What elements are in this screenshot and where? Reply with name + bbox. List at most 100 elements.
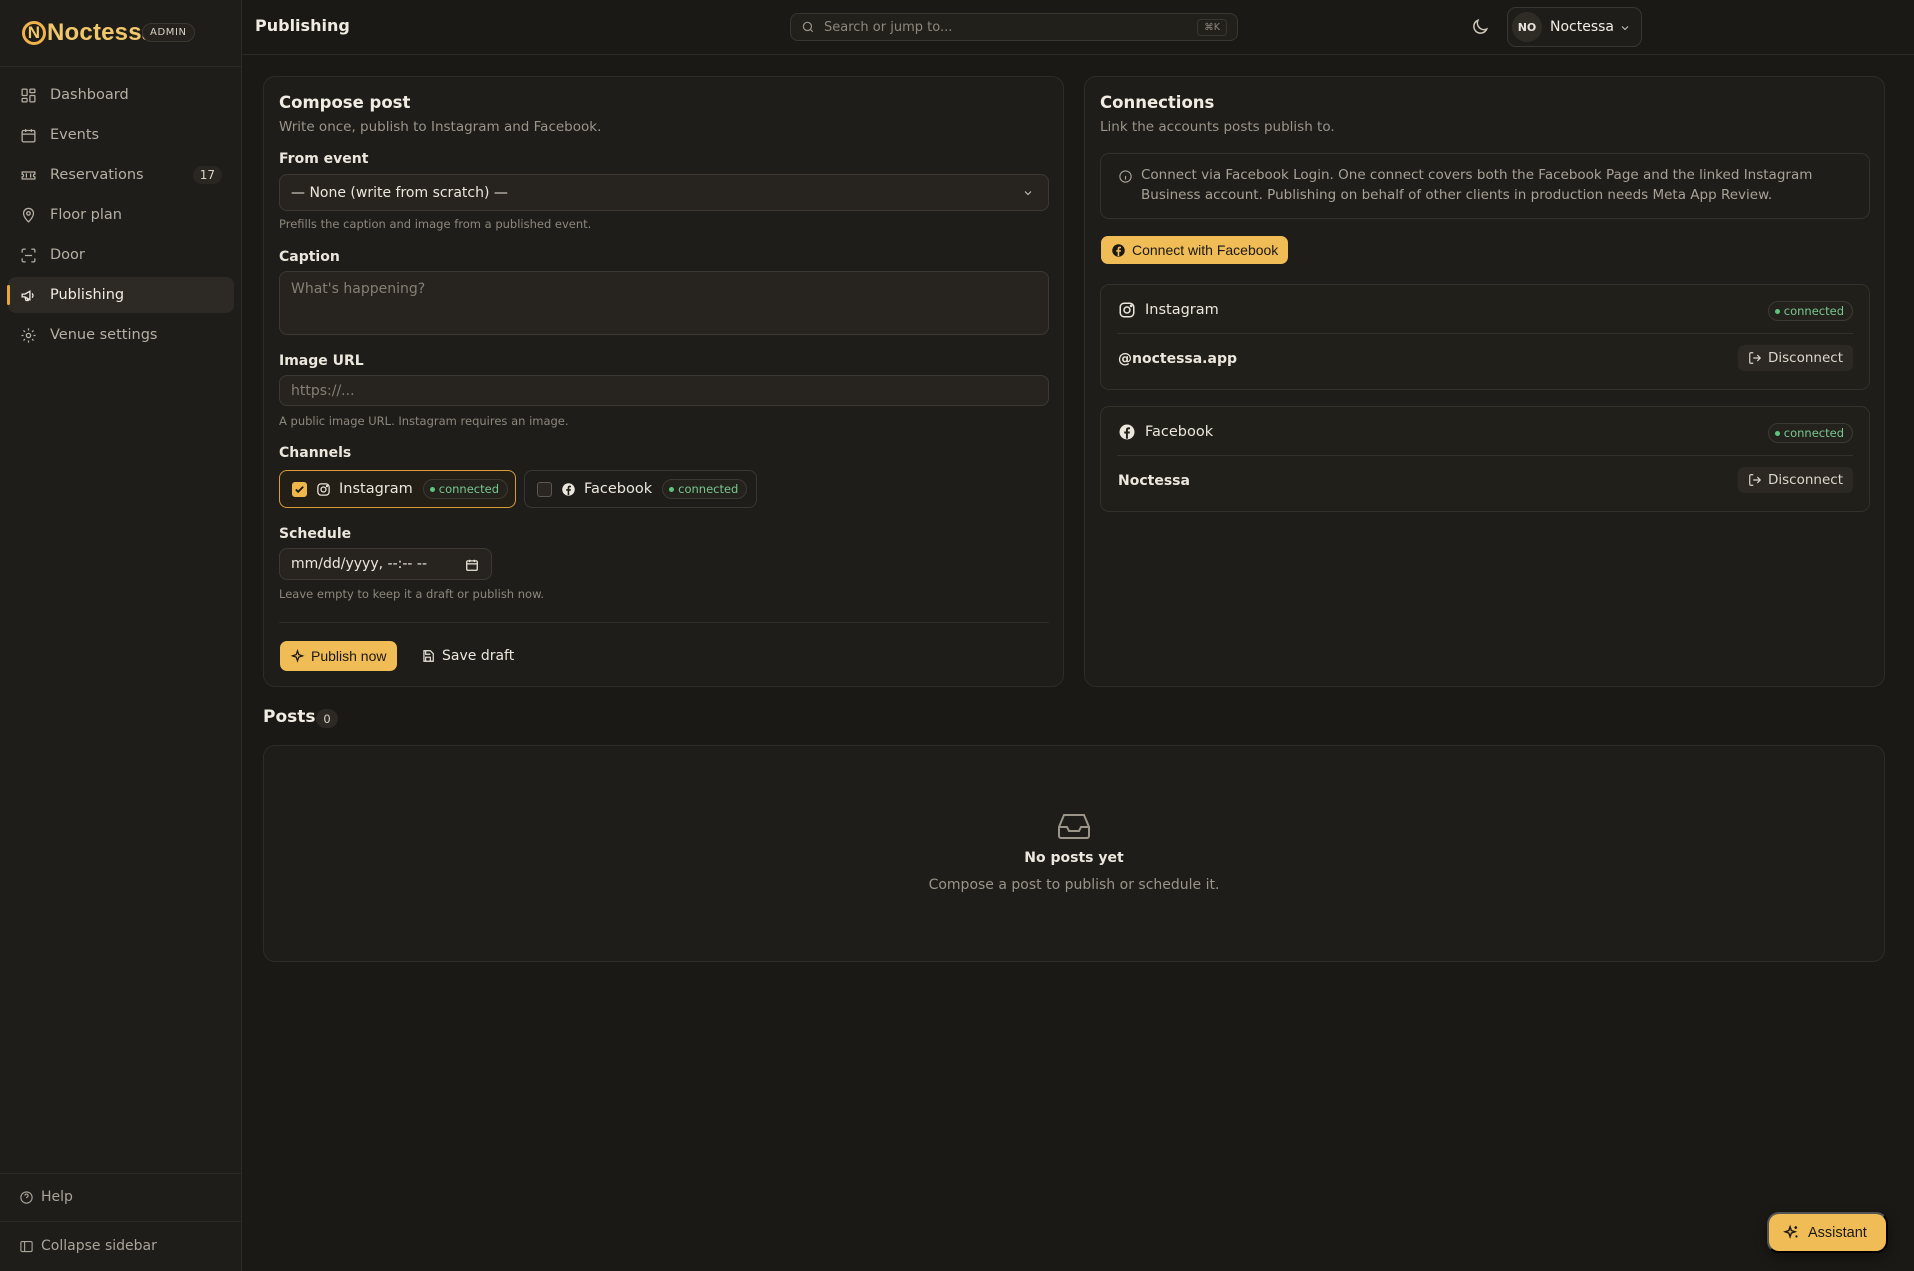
disconnect-instagram-button[interactable]: Disconnect xyxy=(1738,345,1853,371)
collapse-sidebar-button[interactable]: Collapse sidebar xyxy=(8,1229,234,1263)
channel-name: Facebook xyxy=(584,481,653,497)
caption-label: Caption xyxy=(279,249,340,265)
calendar-icon[interactable] xyxy=(465,558,479,572)
from-event-select[interactable]: — None (write from scratch) — xyxy=(279,174,1049,211)
account-platform: Instagram xyxy=(1145,302,1219,318)
channel-toggle-instagram[interactable]: Instagram connected xyxy=(279,470,516,508)
sparkles-icon xyxy=(1783,1224,1798,1239)
channel-toggle-facebook[interactable]: Facebook connected xyxy=(524,470,757,508)
schedule-help: Leave empty to keep it a draft or publis… xyxy=(279,587,545,601)
info-icon xyxy=(1119,170,1132,183)
caption-placeholder: What's happening? xyxy=(291,281,426,297)
calendar-icon xyxy=(21,128,36,143)
logout-icon xyxy=(1749,474,1762,486)
search-placeholder: Search or jump to... xyxy=(824,19,953,35)
admin-badge: ADMIN xyxy=(142,23,195,42)
help-link[interactable]: Help xyxy=(8,1180,234,1214)
sidebar-item-floor-plan[interactable]: Floor plan xyxy=(8,197,234,233)
publish-now-button[interactable]: Publish now xyxy=(280,641,397,671)
account-menu-button[interactable]: NO Noctessa xyxy=(1507,7,1642,47)
chevron-down-icon xyxy=(1621,26,1629,31)
sidebar-divider xyxy=(0,1221,242,1222)
from-event-label: From event xyxy=(279,151,369,167)
sidebar-divider xyxy=(0,1173,242,1174)
sidebar-item-events[interactable]: Events xyxy=(8,117,234,153)
sidebar-item-reservations[interactable]: Reservations 17 xyxy=(8,157,234,193)
logo-mark-icon: N xyxy=(22,21,46,45)
instagram-icon xyxy=(1119,302,1135,318)
save-draft-label: Save draft xyxy=(442,648,515,664)
moon-icon[interactable] xyxy=(1470,17,1490,37)
connections-subtitle: Link the accounts posts publish to. xyxy=(1100,119,1335,135)
sidebar-item-label: Reservations xyxy=(50,167,144,183)
facebook-icon xyxy=(1112,243,1125,257)
publish-now-label: Publish now xyxy=(311,648,387,664)
status-badge: connected xyxy=(422,479,508,499)
scan-icon xyxy=(21,247,36,263)
compose-subtitle: Write once, publish to Instagram and Fac… xyxy=(279,119,602,135)
help-circle-icon xyxy=(20,1190,33,1204)
inbox-icon xyxy=(1058,814,1090,839)
logout-icon xyxy=(1749,352,1762,364)
disconnect-label: Disconnect xyxy=(1768,350,1843,366)
chevron-down-icon xyxy=(1024,191,1032,196)
connections-title: Connections xyxy=(1100,93,1215,112)
image-url-placeholder: https://... xyxy=(291,382,355,399)
disconnect-label: Disconnect xyxy=(1768,472,1843,488)
avatar: NO xyxy=(1512,12,1542,42)
sidebar-item-publishing[interactable]: Publishing xyxy=(7,277,234,313)
sidebar-item-venue-settings[interactable]: Venue settings xyxy=(8,317,234,353)
divider xyxy=(279,622,1049,623)
sidebar-item-label: Door xyxy=(50,247,85,263)
empty-state-subtitle: Compose a post to publish or schedule it… xyxy=(928,877,1220,893)
brand-logo[interactable]: N Noctessa xyxy=(22,18,155,48)
reservations-count-badge: 17 xyxy=(192,166,222,184)
channels-label: Channels xyxy=(279,445,352,461)
sidebar-item-label: Venue settings xyxy=(50,327,158,343)
facebook-icon xyxy=(1119,424,1135,440)
schedule-placeholder: mm/dd/yyyy, --:-- -- xyxy=(291,556,428,572)
sidebar-item-door[interactable]: Door xyxy=(8,237,234,273)
assistant-label: Assistant xyxy=(1808,1224,1867,1241)
sidebar-item-label: Dashboard xyxy=(50,87,129,103)
image-url-label: Image URL xyxy=(279,353,364,369)
ticket-icon xyxy=(21,170,36,180)
sidebar-item-label: Events xyxy=(50,127,100,143)
facebook-icon xyxy=(562,482,575,496)
sidebar-item-dashboard[interactable]: Dashboard xyxy=(8,77,234,113)
divider xyxy=(1117,333,1853,334)
posts-title: Posts xyxy=(263,707,316,727)
caption-textarea[interactable]: What's happening? xyxy=(279,271,1049,335)
facebook-checkbox[interactable] xyxy=(537,481,552,497)
account-header: Instagram xyxy=(1118,301,1219,319)
map-pin-icon xyxy=(22,207,35,223)
search-input[interactable]: Search or jump to... ⌘K xyxy=(790,13,1238,41)
assistant-button[interactable]: Assistant xyxy=(1767,1212,1888,1253)
from-event-value: — None (write from scratch) — xyxy=(291,184,508,201)
image-url-input[interactable]: https://... xyxy=(279,375,1049,406)
sidebar: N Noctessa ADMIN Dashboard Events Reserva… xyxy=(0,0,242,1271)
status-badge: connected xyxy=(1767,301,1853,321)
image-url-help: A public image URL. Instagram requires a… xyxy=(279,414,569,428)
schedule-datetime-input[interactable]: mm/dd/yyyy, --:-- -- xyxy=(279,548,492,580)
account-handle: Noctessa xyxy=(1118,473,1190,489)
connect-facebook-button[interactable]: Connect with Facebook xyxy=(1101,236,1289,264)
account-card-instagram: Instagram connected @noctessa.app Discon… xyxy=(1100,284,1870,390)
disconnect-facebook-button[interactable]: Disconnect xyxy=(1738,467,1853,493)
empty-state-title: No posts yet xyxy=(1024,850,1124,866)
sidebar-divider xyxy=(0,66,242,67)
save-draft-button[interactable]: Save draft xyxy=(415,641,520,671)
brand-name: Noctessa xyxy=(47,19,156,46)
account-platform: Facebook xyxy=(1145,424,1214,440)
search-icon xyxy=(802,21,814,33)
connect-facebook-label: Connect with Facebook xyxy=(1132,242,1279,258)
check-icon xyxy=(295,485,304,493)
page-title: Publishing xyxy=(255,16,350,35)
instagram-checkbox[interactable] xyxy=(292,481,307,497)
megaphone-icon xyxy=(21,289,34,301)
account-header: Facebook xyxy=(1118,423,1213,441)
instagram-icon xyxy=(317,482,330,496)
connections-info-box: Connect via Facebook Login. One connect … xyxy=(1100,153,1870,219)
account-name: Noctessa xyxy=(1550,19,1615,35)
divider xyxy=(1117,455,1853,456)
